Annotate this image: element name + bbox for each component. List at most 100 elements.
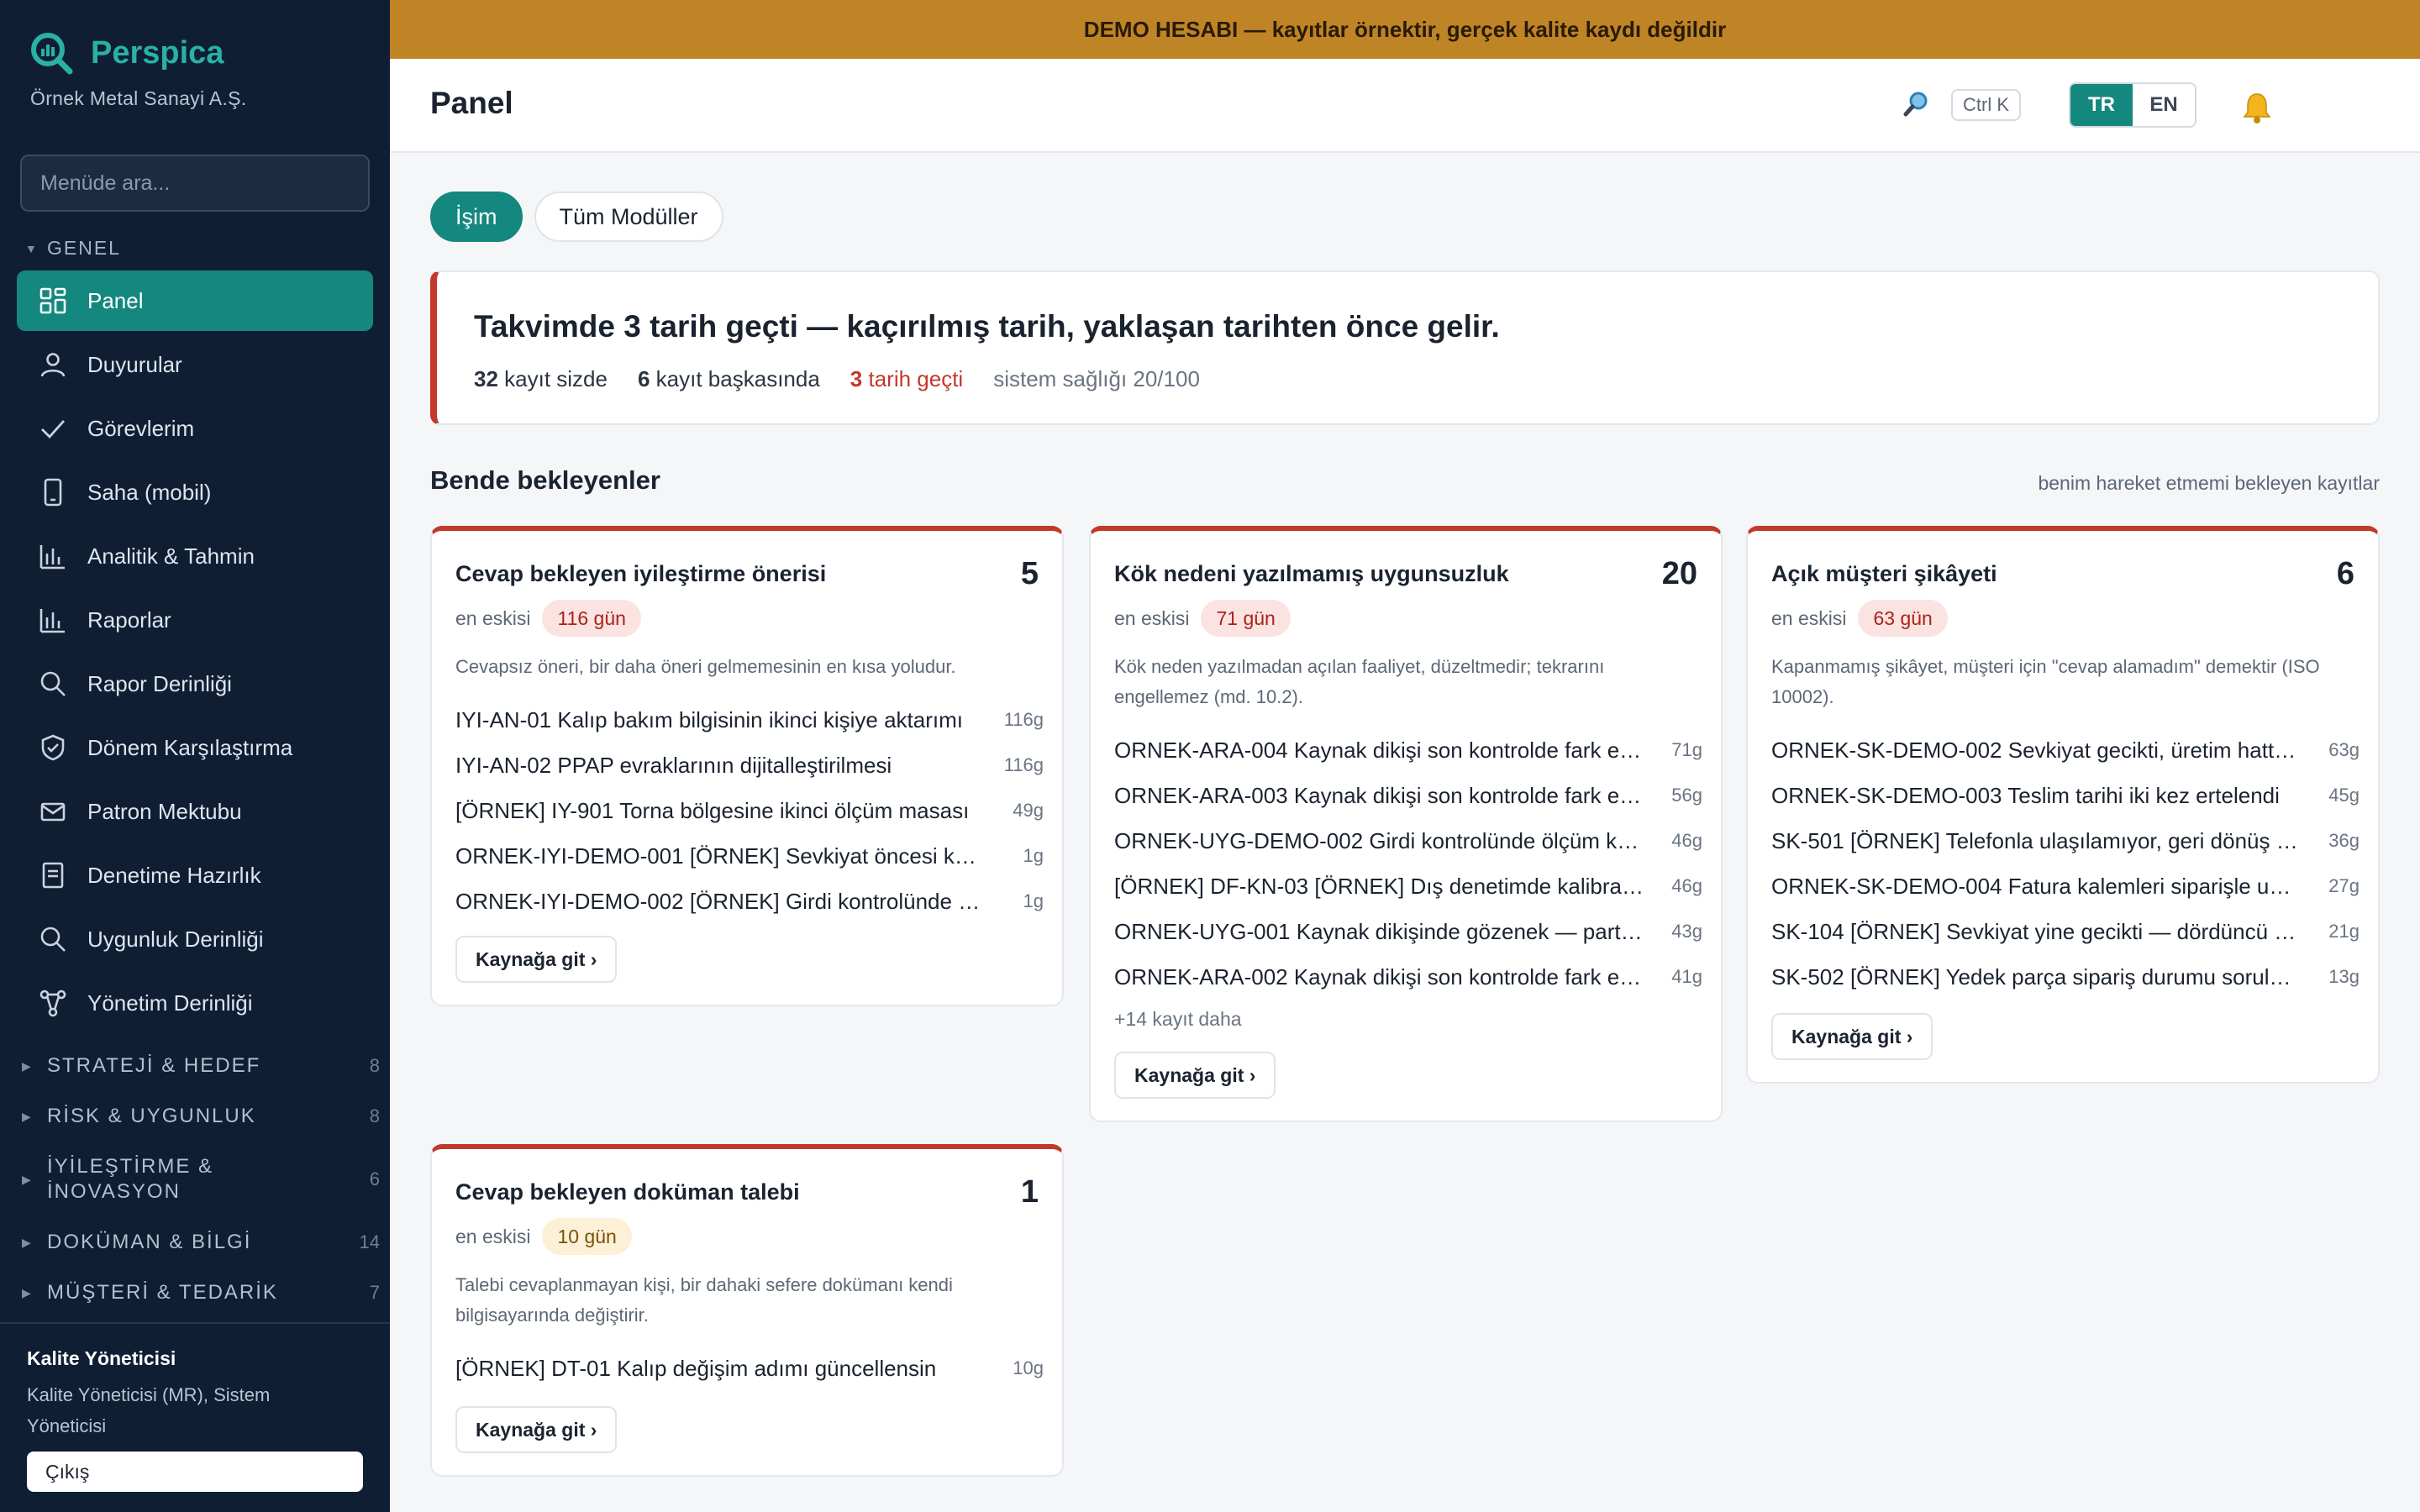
sidebar-item-label: Analitik & Tahmin [87, 543, 255, 569]
alert-stats: 32 kayıt sizde 6 kayıt başkasında 3 tari… [474, 366, 1230, 392]
demo-banner-text: DEMO HESABI — kayıtlar örnektir, gerçek … [1083, 16, 1727, 42]
go-to-source-button[interactable]: Kaynağa git › [455, 936, 618, 983]
category-label: RİSK & UYGUNLUK [47, 1105, 256, 1127]
category-risk[interactable]: ▶ RİSK & UYGUNLUK 8 [22, 1104, 380, 1129]
list-item[interactable]: [ÖRNEK] DF-KN-03 [ÖRNEK] Dış denetimde k… [1114, 864, 1702, 909]
check-icon [41, 420, 66, 439]
category-document[interactable]: ▶ DOKÜMAN & BİLGİ 14 [22, 1230, 380, 1255]
list-item[interactable]: ORNEK-UYG-001 Kaynak dikişinde gözenek —… [1114, 909, 1702, 954]
search-icon [40, 671, 66, 696]
stat-system-health: sistem sağlığı 20/100 [993, 366, 1200, 391]
menu-search-input[interactable] [20, 155, 370, 212]
card-document-requests: Cevap bekleyen doküman talebi 1 en eskis… [430, 1144, 1064, 1477]
category-label: STRATEJİ & HEDEF [47, 1054, 261, 1077]
section-hint: benim hareket etmemi bekleyen kayıtlar [2038, 472, 2380, 494]
card-count: 20 [1661, 556, 1697, 591]
list-item[interactable]: IYI-AN-01 Kalıp bakım bilgisinin ikinci … [455, 697, 1044, 743]
card-oldest: en eskisi 71 gün [1114, 600, 1291, 637]
sidebar-item-audit-prep[interactable]: Denetime Hazırlık [17, 845, 373, 906]
caret-right-icon: ▶ [22, 1109, 33, 1123]
list-item[interactable]: [ÖRNEK] IY-901 Torna bölgesine ikinci öl… [455, 788, 1044, 833]
sidebar-item-announcements[interactable]: Duyurular [17, 334, 373, 395]
bell-icon[interactable] [2240, 91, 2274, 124]
clipboard-icon [42, 862, 64, 889]
category-customer[interactable]: ▶ MÜŞTERİ & TEDARİK 7 [22, 1280, 380, 1305]
age-badge: 10 gün [542, 1218, 632, 1255]
sidebar-item-panel[interactable]: Panel [17, 270, 373, 331]
go-to-source-button[interactable]: Kaynağa git › [455, 1406, 618, 1453]
category-improvement[interactable]: ▶ İYİLEŞTİRME & İNOVASYON 6 [22, 1154, 380, 1205]
sidebar-item-label: Duyurular [87, 351, 182, 377]
more-records[interactable]: +14 kayıt daha [1114, 1008, 1242, 1031]
list-item[interactable]: SK-501 [ÖRNEK] Telefonla ulaşılamıyor, g… [1771, 818, 2360, 864]
oldest-label: en eskisi [455, 606, 531, 629]
list-item[interactable]: SK-104 [ÖRNEK] Sevkiyat yine gecikti — d… [1771, 909, 2360, 954]
list-item[interactable]: ORNEK-IYI-DEMO-002 [ÖRNEK] Girdi kontrol… [455, 879, 1044, 924]
user-icon [40, 353, 66, 377]
card-description: Cevapsız öneri, bir daha öneri gelmemesi… [455, 656, 956, 677]
list-item[interactable]: IYI-AN-02 PPAP evraklarının dijitalleşti… [455, 743, 1044, 788]
group-general[interactable]: ▼ GENEL [25, 237, 121, 260]
mobile-icon [44, 478, 62, 507]
demo-banner: DEMO HESABI — kayıtlar örnektir, gerçek … [390, 0, 2420, 59]
go-to-source-button[interactable]: Kaynağa git › [1771, 1013, 1933, 1060]
oldest-label: en eskisi [455, 1225, 531, 1247]
sidebar-item-compliance-depth[interactable]: Uygunluk Derinliği [17, 909, 373, 969]
mail-icon [40, 802, 66, 822]
list-item[interactable]: ORNEK-ARA-003 Kaynak dikişi son kontrold… [1114, 773, 1702, 818]
bar-chart-icon [39, 609, 65, 633]
bar-chart-icon [39, 545, 65, 570]
card-title: Kök nedeni yazılmamış uygunsuzluk [1114, 561, 1509, 586]
logout-button[interactable]: Çıkış [27, 1452, 363, 1492]
caret-right-icon: ▶ [22, 1235, 33, 1249]
sidebar-item-management-depth[interactable]: Yönetim Derinliği [17, 973, 373, 1033]
card-oldest: en eskisi 63 gün [1771, 600, 1948, 637]
shortcut-hint: Ctrl K [1951, 89, 2021, 121]
go-to-source-button[interactable]: Kaynağa git › [1114, 1052, 1276, 1099]
search-icon[interactable] [1902, 89, 1931, 118]
card-root-cause-missing: Kök nedeni yazılmamış uygunsuzluk 20 en … [1089, 526, 1723, 1122]
sidebar-item-label: Dönem Karşılaştırma [87, 734, 293, 760]
sidebar-item-analytics[interactable]: Analitik & Tahmin [17, 526, 373, 586]
list-item[interactable]: ORNEK-IYI-DEMO-001 [ÖRNEK] Sevkiyat önce… [455, 833, 1044, 879]
sidebar-item-field-mobile[interactable]: Saha (mobil) [17, 462, 373, 522]
tab-my-work[interactable]: İşim [430, 192, 523, 242]
shield-icon [41, 734, 65, 761]
page-header: Panel Ctrl K TR EN [390, 59, 2420, 153]
list-item[interactable]: ORNEK-SK-DEMO-004 Fatura kalemleri sipar… [1771, 864, 2360, 909]
card-title: Açık müşteri şikâyeti [1771, 561, 1997, 586]
list-item[interactable]: [ÖRNEK] DT-01 Kalıp değişim adımı güncel… [455, 1346, 1044, 1391]
caret-right-icon: ▶ [22, 1285, 33, 1299]
card-rows: IYI-AN-01 Kalıp bakım bilgisinin ikinci … [455, 697, 1044, 924]
sidebar-item-label: Uygunluk Derinliği [87, 926, 264, 952]
language-en-button[interactable]: EN [2133, 84, 2195, 126]
sidebar-item-my-tasks[interactable]: Görevlerim [17, 398, 373, 459]
sidebar-item-reports[interactable]: Raporlar [17, 590, 373, 650]
caret-right-icon: ▶ [22, 1058, 33, 1073]
list-item[interactable]: ORNEK-SK-DEMO-002 Sevkiyat gecikti, üret… [1771, 727, 2360, 773]
stat-mine: 32 kayıt sizde [474, 366, 608, 391]
card-description: Kök neden yazılmadan açılan faaliyet, dü… [1114, 656, 1605, 707]
list-item[interactable]: ORNEK-ARA-002 Kaynak dikişi son kontrold… [1114, 954, 1702, 1000]
category-strategy[interactable]: ▶ STRATEJİ & HEDEF 8 [22, 1053, 380, 1079]
list-item[interactable]: ORNEK-ARA-004 Kaynak dikişi son kontrold… [1114, 727, 1702, 773]
sidebar-item-boss-letter[interactable]: Patron Mektubu [17, 781, 373, 842]
sidebar-item-period-comparison[interactable]: Dönem Karşılaştırma [17, 717, 373, 778]
card-rows: ORNEK-SK-DEMO-002 Sevkiyat gecikti, üret… [1771, 727, 2360, 1000]
sidebar-item-label: Görevlerim [87, 415, 195, 441]
card-title: Cevap bekleyen iyileştirme önerisi [455, 561, 827, 586]
grid-icon [39, 287, 66, 314]
brand[interactable]: Perspica [29, 30, 224, 76]
page-title: Panel [430, 86, 513, 120]
list-item[interactable]: ORNEK-UYG-DEMO-002 Girdi kontrolünde ölç… [1114, 818, 1702, 864]
caret-right-icon: ▶ [22, 1172, 33, 1186]
list-item[interactable]: ORNEK-SK-DEMO-003 Teslim tarihi iki kez … [1771, 773, 2360, 818]
language-tr-button[interactable]: TR [2070, 84, 2133, 126]
card-oldest: en eskisi 10 gün [455, 1218, 632, 1255]
tab-all-modules[interactable]: Tüm Modüller [534, 192, 723, 242]
card-count: 5 [1020, 556, 1039, 591]
sidebar-item-report-depth[interactable]: Rapor Derinliği [17, 654, 373, 714]
category-label: DOKÜMAN & BİLGİ [47, 1231, 252, 1253]
list-item[interactable]: SK-502 [ÖRNEK] Yedek parça sipariş durum… [1771, 954, 2360, 1000]
oldest-label: en eskisi [1771, 606, 1847, 629]
